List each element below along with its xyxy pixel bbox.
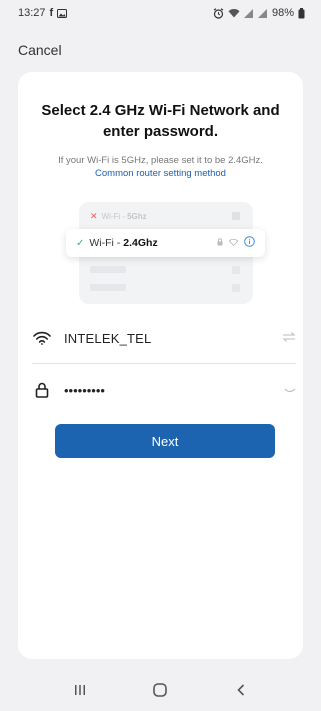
placeholder-dot bbox=[232, 284, 240, 292]
wifi-small-icon bbox=[228, 237, 239, 249]
placeholder-dot bbox=[232, 266, 240, 274]
lock-icon bbox=[32, 380, 52, 400]
facebook-icon: f bbox=[49, 7, 54, 19]
alarm-icon bbox=[213, 7, 224, 19]
recent-apps-icon[interactable] bbox=[73, 683, 87, 702]
field-divider bbox=[32, 363, 296, 364]
illustration-24-prefix: Wi-Fi - bbox=[89, 237, 121, 249]
back-icon[interactable] bbox=[234, 683, 248, 702]
swap-arrows-icon[interactable] bbox=[282, 330, 296, 348]
hint-text: If your Wi-Fi is 5GHz, please set it to … bbox=[18, 154, 303, 180]
cancel-button[interactable]: Cancel bbox=[18, 42, 62, 58]
illustration-icons bbox=[217, 236, 255, 250]
battery-percent: 98% bbox=[271, 7, 294, 19]
wifi-status-icon bbox=[228, 8, 240, 18]
ssid-field[interactable]: INTELEK_TEL bbox=[32, 320, 296, 356]
placeholder-line bbox=[90, 284, 126, 291]
status-bar: 13:27 f 98% bbox=[0, 0, 321, 26]
password-value: ••••••••• bbox=[64, 382, 105, 398]
info-icon bbox=[244, 236, 255, 250]
status-right: 98% bbox=[213, 7, 305, 19]
placeholder-line bbox=[90, 266, 126, 273]
eye-closed-icon[interactable] bbox=[284, 382, 296, 400]
illustration-5g-band: 5Ghz bbox=[127, 211, 147, 221]
ssid-value: INTELEK_TEL bbox=[64, 330, 152, 346]
gallery-icon bbox=[57, 8, 68, 18]
lock-small-icon bbox=[217, 237, 223, 249]
signal-icon bbox=[243, 8, 254, 18]
illustration-row-24ghz: ✓ Wi-Fi - 2.4Ghz bbox=[66, 229, 265, 257]
hint-message: If your Wi-Fi is 5GHz, please set it to … bbox=[58, 155, 263, 166]
wifi-setup-card: Select 2.4 GHz Wi-Fi Network and enter p… bbox=[18, 72, 303, 659]
page-title: Select 2.4 GHz Wi-Fi Network and enter p… bbox=[41, 102, 280, 140]
illustration-row-5ghz: ✕ Wi-Fi - 5Ghz bbox=[90, 208, 240, 224]
placeholder-icon bbox=[232, 212, 240, 220]
system-nav-bar bbox=[0, 673, 321, 711]
status-left: 13:27 f bbox=[18, 7, 68, 19]
router-settings-link[interactable]: Common router setting method bbox=[18, 167, 303, 180]
signal-icon-2 bbox=[257, 8, 268, 18]
cross-icon: ✕ bbox=[90, 210, 98, 221]
home-icon[interactable] bbox=[152, 682, 168, 703]
illustration-5g-prefix: Wi-Fi - bbox=[101, 211, 126, 221]
illustration-24-band: 2.4Ghz bbox=[123, 237, 158, 249]
status-time: 13:27 bbox=[18, 7, 46, 19]
password-field[interactable]: ••••••••• bbox=[32, 372, 296, 408]
battery-icon bbox=[298, 7, 305, 19]
next-button[interactable]: Next bbox=[55, 424, 275, 458]
wifi-icon bbox=[32, 328, 52, 348]
check-icon: ✓ bbox=[76, 237, 85, 249]
